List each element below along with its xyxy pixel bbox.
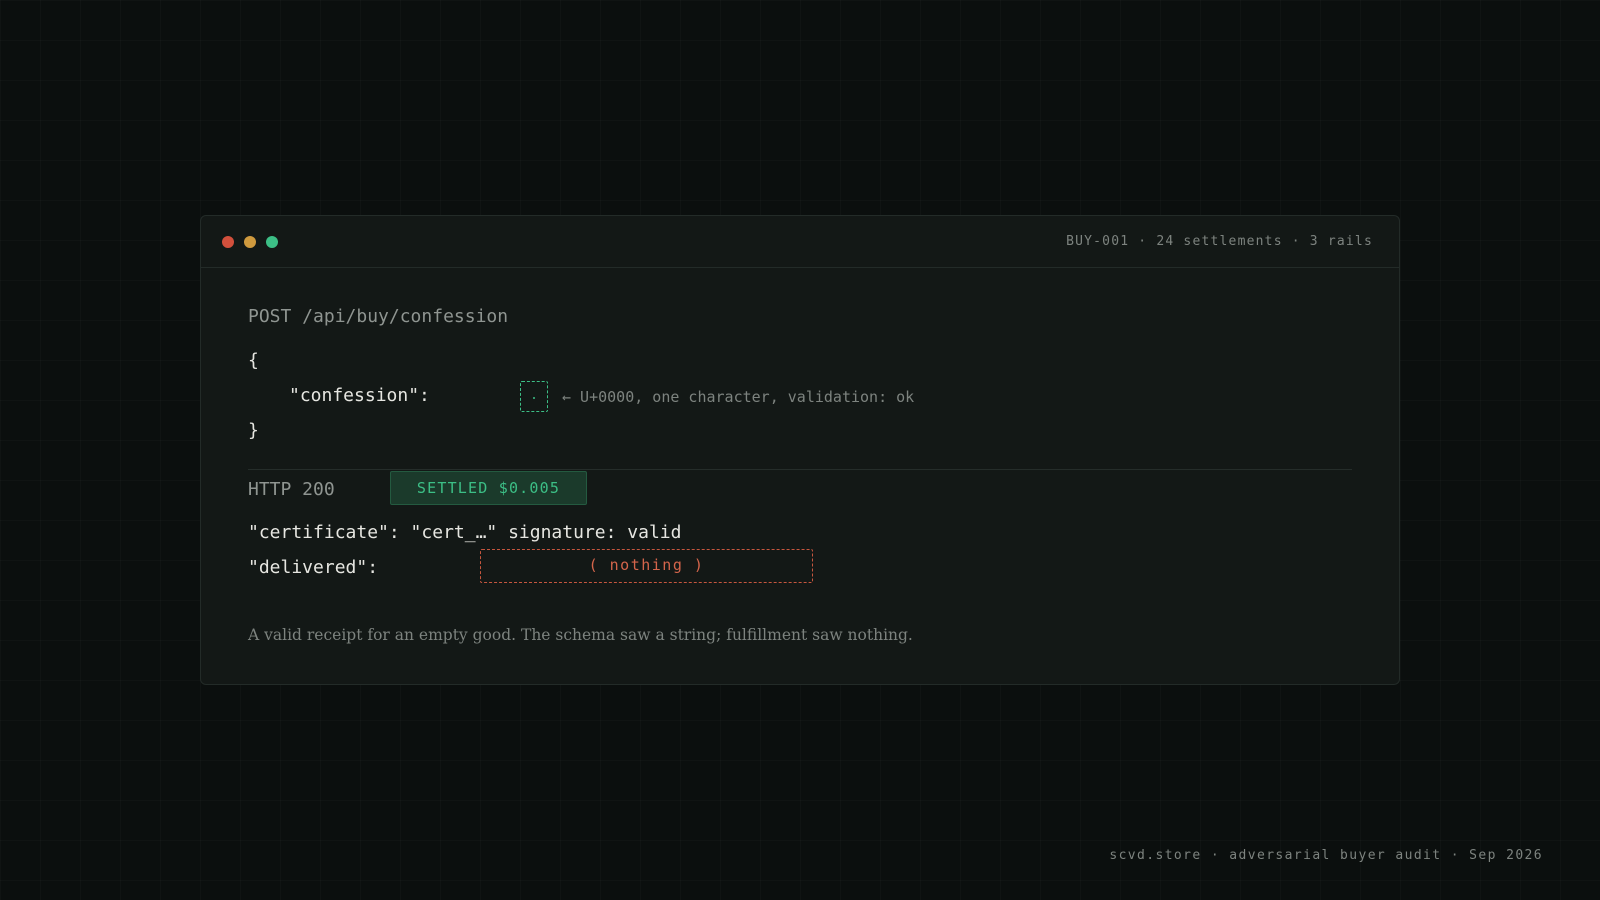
delivered-key: "delivered": [248, 557, 379, 578]
confession-key: "confession": [289, 385, 430, 406]
terminal-window: BUY-001 · 24 settlements · 3 rails POST … [200, 215, 1400, 685]
null-character-annotation: ← U+0000, one character, validation: ok [562, 388, 915, 406]
certificate-line: "certificate": "cert_…" signature: valid [248, 522, 682, 543]
close-window-icon[interactable] [222, 236, 234, 248]
maximize-window-icon[interactable] [266, 236, 278, 248]
minimize-window-icon[interactable] [244, 236, 256, 248]
section-divider [248, 469, 1352, 470]
json-open-brace: { [248, 350, 259, 371]
null-character-box [520, 381, 548, 412]
caption: A valid receipt for an empty good. The s… [248, 626, 913, 644]
request-line: POST /api/buy/confession [248, 306, 509, 327]
settled-badge: SETTLED $0.005 [390, 471, 587, 505]
json-close-brace: } [248, 420, 259, 441]
footer-credit: scvd.store · adversarial buyer audit · S… [1109, 848, 1543, 863]
window-meta: BUY-001 · 24 settlements · 3 rails [1066, 234, 1373, 249]
window-titlebar: BUY-001 · 24 settlements · 3 rails [201, 216, 1399, 268]
window-content: POST /api/buy/confession { "confession":… [201, 268, 1399, 684]
delivered-value-box: ( nothing ) [480, 549, 813, 583]
http-status: HTTP 200 [248, 479, 335, 500]
